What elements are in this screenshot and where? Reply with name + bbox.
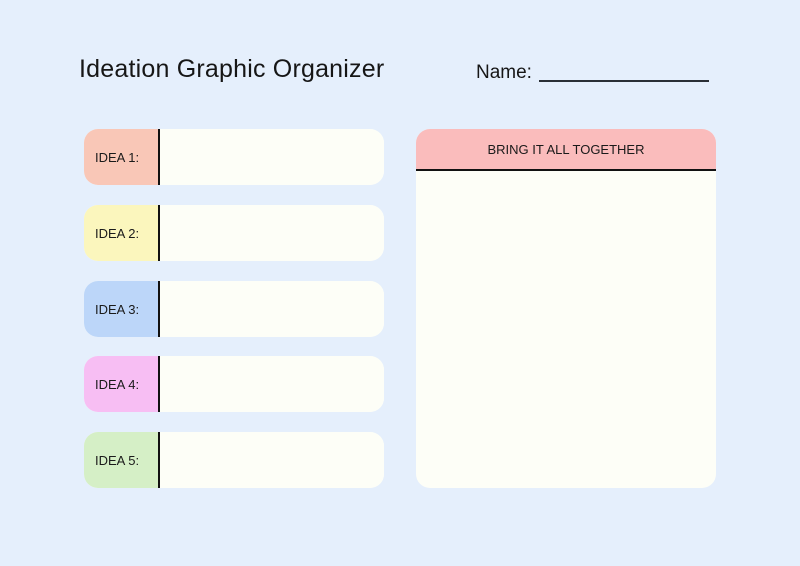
idea-input-5[interactable] <box>160 432 384 488</box>
idea-row-5: IDEA 5: <box>84 432 384 488</box>
idea-label-3: IDEA 3: <box>84 281 160 337</box>
idea-label-5: IDEA 5: <box>84 432 160 488</box>
idea-label-4: IDEA 4: <box>84 356 160 412</box>
idea-label-2: IDEA 2: <box>84 205 160 261</box>
page-title: Ideation Graphic Organizer <box>79 55 385 83</box>
name-field-group: Name: <box>476 62 709 84</box>
idea-input-1[interactable] <box>160 129 384 185</box>
idea-label-1: IDEA 1: <box>84 129 160 185</box>
idea-row-1: IDEA 1: <box>84 129 384 185</box>
name-input-line[interactable] <box>538 80 709 82</box>
bring-it-together-panel: BRING IT ALL TOGETHER <box>416 129 716 488</box>
idea-row-2: IDEA 2: <box>84 205 384 261</box>
bring-it-together-header: BRING IT ALL TOGETHER <box>416 129 716 171</box>
name-label: Name: <box>476 62 532 83</box>
idea-input-2[interactable] <box>160 205 384 261</box>
bring-it-together-input[interactable] <box>416 171 716 488</box>
idea-input-3[interactable] <box>160 281 384 337</box>
idea-input-4[interactable] <box>160 356 384 412</box>
idea-row-3: IDEA 3: <box>84 281 384 337</box>
idea-row-4: IDEA 4: <box>84 356 384 412</box>
